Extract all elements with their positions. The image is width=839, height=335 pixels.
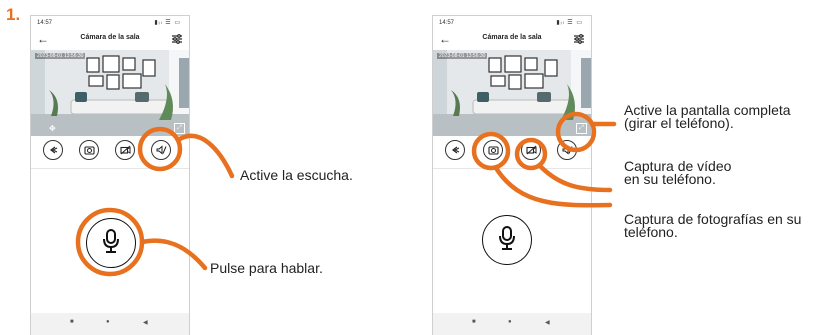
camera-icon[interactable] [79,140,99,160]
nav-recents-button[interactable]: ■ [472,319,476,325]
feed-timestamp: 2023-08-01 13:56:30 [35,53,86,59]
android-nav-bar: ■ ● ◀ [433,313,591,335]
camera-title: Cámara de la sala [80,34,140,41]
camera-title: Cámara de la sala [482,34,542,41]
fullscreen-icon[interactable]: ⤢ [576,123,587,134]
divider [31,168,189,169]
app-bar: ← Cámara de la sala [31,30,189,50]
camera-icon[interactable] [483,140,503,160]
push-to-talk-button[interactable] [86,218,136,268]
speaker-mute-icon[interactable] [557,140,577,160]
nav-back-button[interactable]: ◀ [143,319,148,326]
video-record-icon[interactable] [115,140,135,160]
status-time: 14:57 [439,20,455,26]
phone-screen-left: 14:57 ▮ᵢₗ ☰ ▭ ← Cámara de la sala 2023-0… [30,15,190,335]
video-record-icon[interactable] [521,140,541,160]
feed-timestamp: 2023-08-01 13:56:30 [437,53,488,59]
control-row [31,140,189,166]
push-to-talk-button[interactable] [482,215,532,265]
nav-home-button[interactable]: ● [508,319,512,325]
settings-sliders-icon[interactable] [171,32,183,50]
video-label-line2: en su teléfono. [624,171,716,187]
listen-label: Active la escucha. [240,167,353,183]
microphone-icon [100,228,122,259]
nav-recents-button[interactable]: ■ [70,319,74,325]
nav-back-button[interactable]: ◀ [545,319,550,326]
android-nav-bar: ■ ● ◀ [31,313,189,335]
status-bar: 14:57 ▮ᵢₗ ☰ ▭ [433,16,591,28]
camera-feed[interactable]: 2023-08-01 13:56:30 ⤢ [433,50,591,136]
phone-screen-right: 14:57 ▮ᵢₗ ☰ ▭ ← Cámara de la sala 2023-0… [432,15,592,335]
feed-pan-icon[interactable]: ✥ [49,124,56,133]
control-row [433,140,591,166]
divider [433,168,591,169]
status-bar: 14:57 ▮ᵢₗ ☰ ▭ [31,16,189,28]
fullscreen-label-line2: (girar el teléfono). [624,115,734,131]
status-icons: ▮ᵢₗ ☰ ▭ [154,20,181,26]
speaker-mute-icon[interactable] [151,140,171,160]
talk-label: Pulse para hablar. [210,260,323,276]
camera-switch-icon[interactable] [43,140,63,160]
status-icons: ▮ᵢₗ ☰ ▭ [556,20,583,26]
status-time: 14:57 [37,20,53,26]
microphone-icon [496,225,518,256]
app-bar: ← Cámara de la sala [433,30,591,50]
camera-feed[interactable]: 2023-08-01 13:56:30 ✥ ⤢ [31,50,189,136]
fullscreen-icon[interactable]: ⤢ [174,123,185,134]
settings-sliders-icon[interactable] [573,32,585,50]
photo-label-line2: teléfono. [624,224,678,240]
camera-switch-icon[interactable] [445,140,465,160]
nav-home-button[interactable]: ● [106,319,110,325]
step-number: 1. [6,5,21,24]
